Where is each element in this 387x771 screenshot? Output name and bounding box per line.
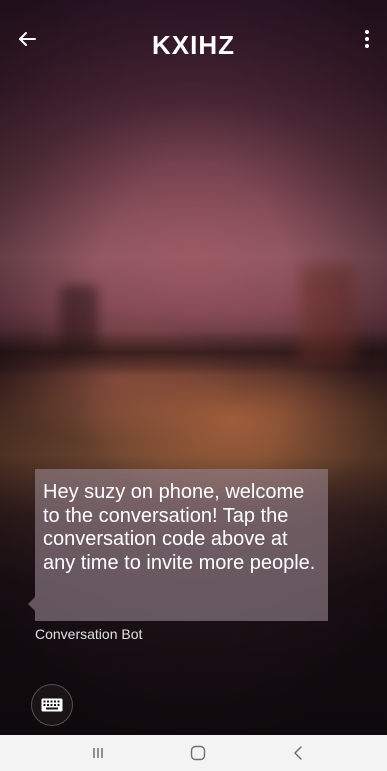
keyboard-icon (41, 698, 63, 712)
keyboard-button[interactable] (31, 684, 73, 726)
bubble-tail (28, 597, 35, 611)
conversation-code-title[interactable]: KXIHZ (0, 30, 387, 61)
message-bubble: Hey suzy on phone, welcome to the conver… (35, 469, 328, 621)
recents-button[interactable] (68, 735, 128, 771)
more-vertical-icon (365, 30, 369, 48)
home-button[interactable] (168, 735, 228, 771)
message-sender: Conversation Bot (35, 626, 143, 642)
chevron-left-icon (294, 746, 302, 760)
message-bubble-container: Hey suzy on phone, welcome to the conver… (28, 469, 328, 621)
home-icon (190, 745, 206, 761)
overflow-menu-button[interactable] (353, 22, 381, 56)
top-bar: KXIHZ (0, 0, 387, 90)
conversation-screen: KXIHZ Hey suzy on phone, welcome to the … (0, 0, 387, 771)
message-text: Hey suzy on phone, welcome to the conver… (43, 481, 316, 574)
system-back-button[interactable] (268, 735, 328, 771)
recents-icon (93, 748, 103, 758)
system-navigation-bar (0, 735, 387, 771)
background-vignette (0, 0, 387, 735)
